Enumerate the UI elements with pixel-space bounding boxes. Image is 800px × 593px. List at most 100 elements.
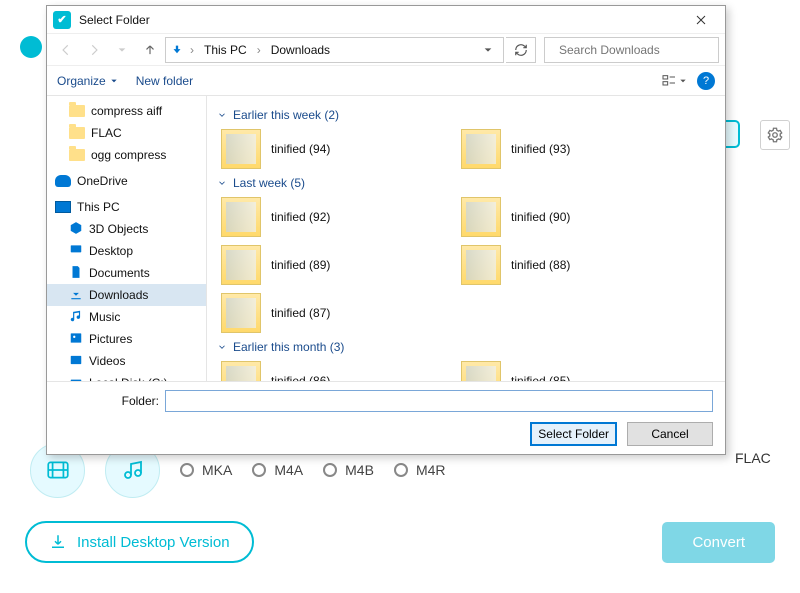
folder-thumb-icon — [461, 197, 501, 237]
folder-item[interactable]: tinified (92) — [221, 196, 421, 238]
folder-item[interactable]: tinified (88) — [461, 244, 661, 286]
format-option-m4a[interactable]: M4A — [252, 462, 303, 478]
disk-icon — [69, 375, 83, 382]
format-option-m4b[interactable]: M4B — [323, 462, 374, 478]
tree-pc-desktop[interactable]: Desktop — [47, 240, 206, 262]
group-title: Last week (5) — [233, 176, 305, 190]
group-header[interactable]: Last week (5) — [217, 176, 715, 190]
tree-label: compress aiff — [91, 104, 162, 118]
folder-item[interactable]: tinified (89) — [221, 244, 421, 286]
group-header[interactable]: Earlier this month (3) — [217, 340, 715, 354]
downloads-icon — [170, 41, 184, 58]
address-bar[interactable]: › This PC › Downloads — [165, 37, 504, 63]
folder-name: tinified (89) — [271, 258, 330, 272]
folder-name: tinified (94) — [271, 142, 330, 156]
cube-icon — [69, 221, 83, 238]
folder-icon — [69, 127, 85, 139]
tree-pc-music[interactable]: Music — [47, 306, 206, 328]
folder-item[interactable]: tinified (93) — [461, 128, 661, 170]
convert-button[interactable]: Convert — [662, 522, 775, 563]
folder-name: tinified (88) — [511, 258, 570, 272]
nav-tree[interactable]: compress aiff FLAC ogg compress OneDrive Thi… — [47, 96, 207, 381]
breadcrumb-sep-icon: › — [188, 43, 196, 57]
nav-back-button[interactable] — [53, 37, 79, 63]
tree-label: FLAC — [91, 126, 122, 140]
dialog-nav: › This PC › Downloads — [47, 34, 725, 66]
format-option-mka[interactable]: MKA — [180, 462, 232, 478]
tree-quick-item[interactable]: compress aiff — [47, 100, 206, 122]
tree-pc-pictures[interactable]: Pictures — [47, 328, 206, 350]
folder-item[interactable]: tinified (87) — [221, 292, 421, 334]
chevron-down-icon — [483, 45, 493, 55]
chevron-down-icon — [110, 77, 118, 85]
tree-label: Downloads — [89, 288, 148, 302]
group-title: Earlier this week (2) — [233, 108, 339, 122]
folder-field[interactable] — [165, 390, 713, 412]
folder-content[interactable]: Earlier this week (2) tinified (94) tinifi… — [207, 96, 725, 381]
group-header[interactable]: Earlier this week (2) — [217, 108, 715, 122]
dialog-title: Select Folder — [79, 13, 683, 27]
arrow-up-icon — [143, 43, 157, 57]
help-button[interactable]: ? — [697, 72, 715, 90]
tree-label: 3D Objects — [89, 222, 148, 236]
select-folder-dialog: ✔ Select Folder › This PC › Downloads Or… — [46, 5, 726, 455]
format-label: MKA — [202, 462, 232, 478]
group-title: Earlier this month (3) — [233, 340, 344, 354]
address-dropdown[interactable] — [477, 38, 499, 62]
folder-thumb-icon — [461, 361, 501, 381]
tree-pc-3d-objects[interactable]: 3D Objects — [47, 218, 206, 240]
folder-item[interactable]: tinified (86) — [221, 360, 421, 381]
folder-thumb-icon — [221, 245, 261, 285]
breadcrumb-downloads[interactable]: Downloads — [267, 41, 334, 59]
nav-up-button[interactable] — [137, 37, 163, 63]
tree-label: Pictures — [89, 332, 132, 346]
pc-icon — [55, 201, 71, 213]
new-folder-button[interactable]: New folder — [136, 74, 193, 88]
tree-pc-local-disk-c-[interactable]: Local Disk (C:) — [47, 372, 206, 381]
command-bar: Organize New folder ? — [47, 66, 725, 96]
view-options-button[interactable] — [661, 73, 687, 89]
tree-quick-item[interactable]: FLAC — [47, 122, 206, 144]
folder-item[interactable]: tinified (85) — [461, 360, 661, 381]
tree-pc-videos[interactable]: Videos — [47, 350, 206, 372]
video-icon — [69, 353, 83, 370]
folder-item[interactable]: tinified (90) — [461, 196, 661, 238]
tree-label: This PC — [77, 200, 120, 214]
search-box[interactable] — [544, 37, 719, 63]
chevron-down-icon — [217, 342, 227, 352]
refresh-icon — [514, 43, 528, 57]
folder-name: tinified (93) — [511, 142, 570, 156]
close-button[interactable] — [683, 8, 719, 32]
tree-thispc[interactable]: This PC — [47, 196, 206, 218]
radio-icon — [394, 463, 408, 477]
organize-menu[interactable]: Organize — [57, 74, 118, 88]
folder-item[interactable]: tinified (94) — [221, 128, 421, 170]
help-icon: ? — [703, 75, 709, 87]
tree-pc-documents[interactable]: Documents — [47, 262, 206, 284]
tree-onedrive[interactable]: OneDrive — [47, 170, 206, 192]
dialog-footer: Folder: Select Folder Cancel — [47, 381, 725, 454]
nav-forward-button[interactable] — [81, 37, 107, 63]
tree-label: Videos — [89, 354, 125, 368]
folder-name: tinified (92) — [271, 210, 330, 224]
install-desktop-button[interactable]: Install Desktop Version — [25, 521, 254, 563]
select-folder-button[interactable]: Select Folder — [530, 422, 617, 446]
tree-label: Desktop — [89, 244, 133, 258]
folder-thumb-icon — [221, 129, 261, 169]
search-input[interactable] — [557, 42, 716, 58]
music-icon — [69, 309, 83, 326]
format-option-m4r[interactable]: M4R — [394, 462, 446, 478]
tree-quick-item[interactable]: ogg compress — [47, 144, 206, 166]
tree-pc-downloads[interactable]: Downloads — [47, 284, 206, 306]
tree-label: ogg compress — [91, 148, 166, 162]
format-label: M4A — [274, 462, 303, 478]
breadcrumb-thispc[interactable]: This PC — [200, 41, 251, 59]
app-accent-dot — [20, 36, 42, 58]
radio-icon — [252, 463, 266, 477]
cancel-button[interactable]: Cancel — [627, 422, 713, 446]
download-icon — [49, 533, 67, 551]
refresh-button[interactable] — [506, 37, 536, 63]
nav-recent-button[interactable] — [109, 37, 135, 63]
settings-button[interactable] — [760, 120, 790, 150]
folder-thumb-icon — [221, 293, 261, 333]
